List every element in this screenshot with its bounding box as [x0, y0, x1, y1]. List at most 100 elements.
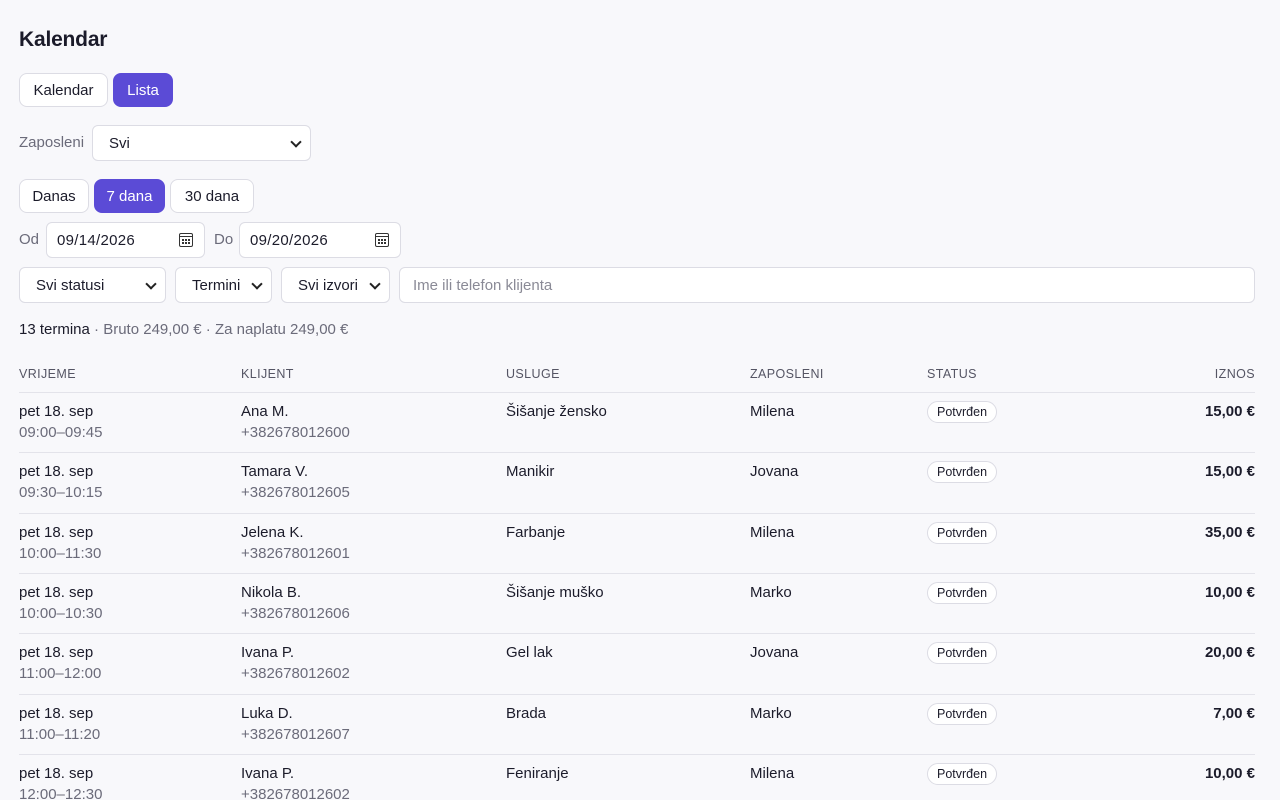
table-row[interactable]: pet 18. sep 10:00–10:30 Nikola B. +38267801… — [19, 573, 1255, 633]
service-name: Farbanje — [506, 523, 566, 541]
amount: 10,00 € — [1204, 764, 1255, 782]
employee-name: Milena — [750, 764, 795, 782]
chevron-down-icon — [369, 278, 381, 290]
date-from-value: 09/14/2026 — [57, 231, 136, 249]
calendar-icon[interactable] — [179, 233, 193, 247]
amount: 7,00 € — [1213, 704, 1255, 722]
client-name: Luka D. — [241, 704, 293, 722]
type-select-value: Termini — [192, 276, 241, 294]
column-header-status[interactable]: STATUS — [927, 367, 977, 381]
view-kalendar-button[interactable]: Kalendar — [19, 73, 108, 107]
status-select[interactable]: Svi statusi — [19, 267, 166, 303]
column-header-iznos[interactable]: IZNOS — [1215, 367, 1255, 381]
amount: 15,00 € — [1204, 463, 1255, 481]
appointment-date: pet 18. sep — [19, 523, 94, 541]
chevron-down-icon — [145, 278, 157, 290]
source-select[interactable]: Svi izvori — [281, 267, 390, 303]
service-name: Šišanje muško — [506, 583, 604, 601]
table-row[interactable]: pet 18. sep 12:00–12:30 Ivana P. +382678012… — [19, 754, 1255, 800]
date-to-input[interactable]: 09/20/2026 — [239, 222, 401, 258]
employee-name: Marko — [750, 583, 792, 601]
client-phone: +382678012600 — [241, 424, 350, 441]
client-phone: +382678012602 — [241, 665, 350, 683]
range-7-dana-button[interactable]: 7 dana — [94, 179, 165, 213]
summary-totals: · Bruto 249,00 € · Za naplatu 249,00 € — [89, 321, 349, 338]
table-row[interactable]: pet 18. sep 09:30–10:15 Tamara V. +38267801… — [19, 452, 1255, 512]
status-badge: Potvrđen — [927, 461, 998, 484]
status-badge: Potvrđen — [927, 762, 998, 785]
range-danas-button[interactable]: Danas — [19, 179, 89, 213]
service-name: Šišanje žensko — [506, 403, 607, 420]
amount: 35,00 € — [1204, 523, 1255, 541]
appointment-time: 09:00–09:45 — [19, 424, 103, 441]
page-title: Kalendar — [19, 28, 108, 51]
employee-name: Milena — [750, 523, 795, 541]
summary-line: 13 termina · Bruto 249,00 € · Za naplatu… — [19, 321, 348, 338]
status-badge: Potvrđen — [927, 581, 998, 604]
column-header-klijent[interactable]: KLIJENT — [241, 367, 294, 381]
service-name: Manikir — [506, 463, 555, 481]
appointment-date: pet 18. sep — [19, 403, 94, 420]
client-phone: +382678012605 — [241, 484, 350, 502]
date-to-value: 09/20/2026 — [250, 231, 329, 249]
service-name: Brada — [506, 704, 547, 722]
client-phone: +382678012607 — [241, 725, 350, 743]
amount: 20,00 € — [1204, 644, 1255, 662]
client-name: Ivana P. — [241, 644, 295, 662]
employee-name: Milena — [750, 403, 795, 420]
date-to-label: Do — [214, 231, 234, 248]
status-select-value: Svi statusi — [36, 276, 105, 294]
status-badge: Potvrđen — [927, 401, 998, 423]
table-row[interactable]: pet 18. sep 11:00–12:00 Ivana P. +382678012… — [19, 633, 1255, 693]
column-header-zaposleni[interactable]: ZAPOSLENI — [750, 367, 824, 381]
appointment-count: 13 termina — [19, 321, 90, 338]
source-select-value: Svi izvori — [298, 276, 359, 294]
status-badge: Potvrđen — [927, 702, 998, 725]
service-name: Feniranje — [506, 764, 569, 782]
amount: 10,00 € — [1204, 583, 1255, 601]
client-name: Ivana P. — [241, 764, 295, 782]
appointment-time: 11:00–12:00 — [19, 665, 102, 683]
client-name: Ana M. — [241, 403, 289, 420]
date-from-input[interactable]: 09/14/2026 — [46, 222, 205, 258]
appointment-date: pet 18. sep — [19, 463, 94, 481]
appointment-time: 11:00–11:20 — [19, 725, 101, 743]
client-name: Jelena K. — [241, 523, 304, 541]
client-phone: +382678012606 — [241, 604, 350, 622]
employee-select[interactable]: Svi — [92, 125, 311, 161]
appointment-date: pet 18. sep — [19, 644, 94, 662]
appointment-time: 10:00–11:30 — [19, 544, 102, 562]
table-row[interactable]: pet 18. sep 10:00–11:30 Jelena K. +38267801… — [19, 513, 1255, 573]
appointment-date: pet 18. sep — [19, 583, 94, 601]
calendar-icon[interactable] — [375, 233, 389, 247]
client-name: Nikola B. — [241, 583, 302, 601]
appointment-time: 12:00–12:30 — [19, 785, 103, 800]
status-badge: Potvrđen — [927, 521, 998, 544]
client-search-input[interactable] — [399, 267, 1255, 303]
appointment-time: 10:00–10:30 — [19, 604, 103, 622]
employee-select-value: Svi — [109, 134, 130, 152]
employee-name: Jovana — [750, 463, 799, 481]
client-name: Tamara V. — [241, 463, 308, 481]
table-row[interactable]: pet 18. sep 09:00–09:45 Ana M. +38267801260… — [19, 392, 1255, 452]
range-30-dana-button[interactable]: 30 dana — [170, 179, 254, 213]
date-from-label: Od — [19, 231, 40, 248]
view-lista-button[interactable]: Lista — [113, 73, 173, 107]
column-header-usluge[interactable]: USLUGE — [506, 367, 560, 381]
appointment-date: pet 18. sep — [19, 704, 94, 722]
chevron-down-icon — [290, 136, 302, 148]
appointment-date: pet 18. sep — [19, 764, 94, 782]
employee-name: Marko — [750, 704, 792, 722]
column-header-vrijeme[interactable]: VRIJEME — [19, 367, 76, 381]
table-row[interactable]: pet 18. sep 11:00–11:20 Luka D. +3826780126… — [19, 694, 1255, 754]
employee-name: Jovana — [750, 644, 799, 662]
chevron-down-icon — [251, 278, 263, 290]
status-badge: Potvrđen — [927, 642, 998, 665]
amount: 15,00 € — [1204, 403, 1255, 420]
client-phone: +382678012601 — [241, 544, 350, 562]
client-phone: +382678012602 — [241, 785, 350, 800]
type-select[interactable]: Termini — [175, 267, 272, 303]
employee-filter-label: Zaposleni — [19, 134, 85, 151]
service-name: Gel lak — [506, 644, 553, 662]
appointment-time: 09:30–10:15 — [19, 484, 103, 502]
